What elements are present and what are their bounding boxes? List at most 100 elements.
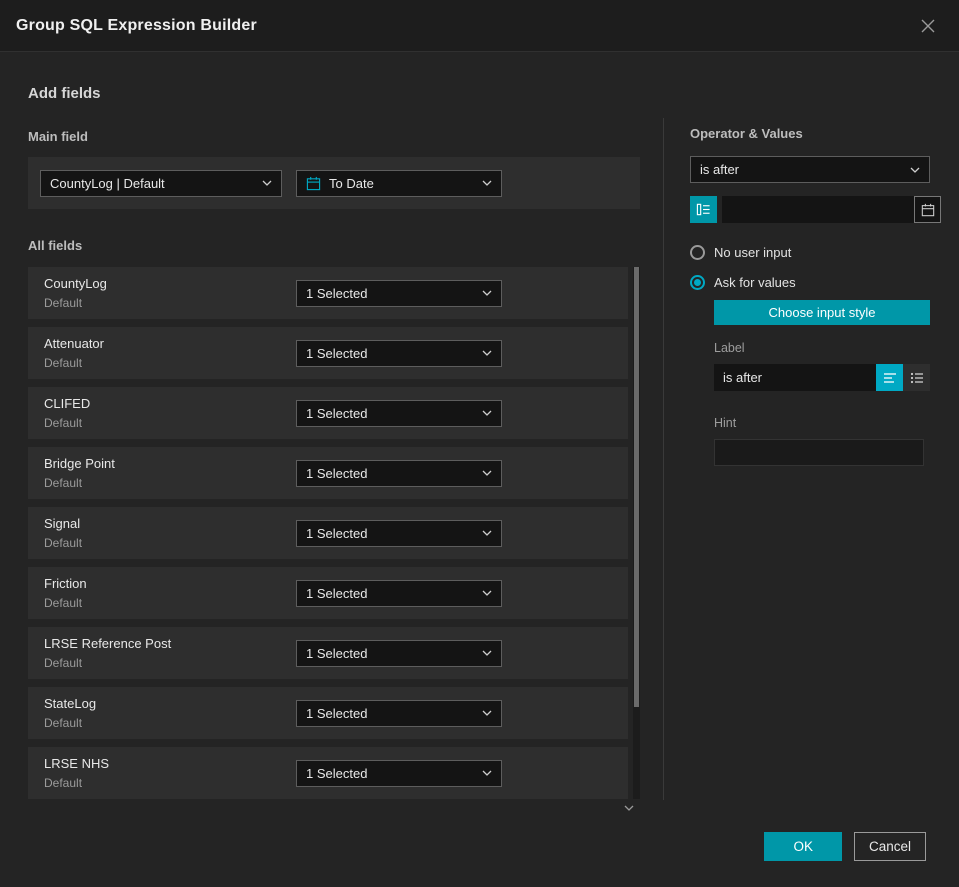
operator-values-panel: Operator & Values is after No user input… [690, 52, 941, 807]
date-picker-button[interactable] [914, 196, 941, 223]
chevron-down-icon [482, 290, 492, 296]
field-info: Attenuator Default [44, 336, 296, 370]
field-selection-value: 1 Selected [306, 405, 368, 421]
field-selection-value: 1 Selected [306, 465, 368, 481]
add-fields-panel: Add fields Main field CountyLog | Defaul… [28, 52, 640, 811]
field-row: Bridge Point Default 1 Selected [28, 447, 628, 499]
operator-select[interactable]: is after [690, 156, 930, 183]
field-selection-dropdown[interactable]: 1 Selected [296, 639, 502, 667]
field-info: LRSE NHS Default [44, 756, 296, 790]
scroll-down-icon[interactable] [624, 805, 634, 812]
radio-no-user-input[interactable]: No user input [690, 245, 930, 260]
label-caption: Label [714, 341, 745, 355]
label-input-row [714, 364, 930, 391]
hint-caption: Hint [714, 416, 737, 430]
field-info: Signal Default [44, 516, 296, 550]
close-button[interactable] [913, 11, 943, 41]
field-info: CountyLog Default [44, 276, 296, 310]
field-subtitle: Default [44, 416, 83, 430]
field-selection-value: 1 Selected [306, 585, 368, 601]
field-row: Signal Default 1 Selected [28, 507, 628, 559]
field-selection-value: 1 Selected [306, 705, 368, 721]
field-list-icon [696, 202, 711, 217]
vertical-scrollbar[interactable] [633, 267, 640, 799]
radio-ask-for-values[interactable]: Ask for values [690, 275, 930, 290]
dialog-body: Add fields Main field CountyLog | Defaul… [0, 52, 959, 811]
chevron-down-icon [910, 167, 920, 173]
field-info: CLIFED Default [44, 396, 296, 430]
field-selection-value: 1 Selected [306, 645, 368, 661]
field-subtitle: Default [44, 356, 83, 370]
main-field-panel: CountyLog | Default To Date [28, 157, 640, 209]
operator-values-title: Operator & Values [690, 126, 803, 141]
field-name: Signal [44, 516, 81, 531]
chevron-down-icon [482, 410, 492, 416]
bullet-list-icon [910, 372, 924, 384]
field-selection-dropdown[interactable]: 1 Selected [296, 519, 502, 547]
dialog-footer: OK Cancel [764, 832, 926, 861]
date-field-select-value: To Date [329, 175, 374, 191]
all-fields-label: All fields [28, 238, 83, 253]
choose-input-style-button[interactable]: Choose input style [714, 300, 930, 325]
chevron-down-icon [482, 350, 492, 356]
field-subtitle: Default [44, 776, 83, 790]
cancel-button[interactable]: Cancel [853, 832, 926, 861]
field-selection-value: 1 Selected [306, 765, 368, 781]
field-subtitle: Default [44, 596, 83, 610]
field-name: Bridge Point [44, 456, 115, 471]
field-selection-dropdown[interactable]: 1 Selected [296, 279, 502, 307]
field-subtitle: Default [44, 536, 83, 550]
radio-circle-checked-icon [690, 275, 705, 290]
main-field-select-value: CountyLog | Default [50, 175, 165, 191]
list-style-button[interactable] [903, 364, 930, 391]
scrollbar-thumb[interactable] [634, 267, 639, 707]
chevron-down-icon [482, 770, 492, 776]
chevron-down-icon [482, 650, 492, 656]
chevron-down-icon [262, 180, 272, 186]
field-subtitle: Default [44, 716, 83, 730]
date-value-input[interactable] [722, 196, 914, 223]
hint-input[interactable] [714, 439, 924, 466]
close-icon [920, 18, 936, 34]
field-row: LRSE NHS Default 1 Selected [28, 747, 628, 799]
group-sql-expression-builder-dialog: Group SQL Expression Builder Add fields … [0, 0, 959, 887]
field-info: LRSE Reference Post Default [44, 636, 296, 670]
field-selection-dropdown[interactable]: 1 Selected [296, 399, 502, 427]
operator-select-value: is after [700, 162, 740, 177]
label-input[interactable] [714, 364, 876, 391]
add-fields-title: Add fields [28, 85, 101, 102]
dialog-title: Group SQL Expression Builder [16, 16, 257, 34]
date-field-select[interactable]: To Date [296, 169, 502, 197]
field-selection-value: 1 Selected [306, 285, 368, 301]
field-subtitle: Default [44, 476, 83, 490]
single-line-style-button[interactable] [876, 364, 903, 391]
field-info: StateLog Default [44, 696, 296, 730]
field-selection-dropdown[interactable]: 1 Selected [296, 339, 502, 367]
field-row: CLIFED Default 1 Selected [28, 387, 628, 439]
chevron-down-icon [482, 590, 492, 596]
all-fields-list: CountyLog Default 1 Selected Attenuator … [28, 267, 640, 811]
field-selection-dropdown[interactable]: 1 Selected [296, 579, 502, 607]
radio-label: No user input [714, 245, 792, 260]
field-row: LRSE Reference Post Default 1 Selected [28, 627, 628, 679]
field-name: LRSE NHS [44, 756, 110, 771]
dialog-header: Group SQL Expression Builder [0, 0, 959, 52]
field-mode-toggle-button[interactable] [690, 196, 717, 223]
chevron-down-icon [482, 470, 492, 476]
field-selection-value: 1 Selected [306, 345, 368, 361]
field-name: CountyLog [44, 276, 107, 291]
main-field-select[interactable]: CountyLog | Default [40, 169, 282, 197]
field-name: Friction [44, 576, 87, 591]
column-divider [663, 118, 664, 800]
field-selection-dropdown[interactable]: 1 Selected [296, 699, 502, 727]
date-value-field [722, 196, 941, 223]
field-info: Bridge Point Default [44, 456, 296, 490]
field-selection-dropdown[interactable]: 1 Selected [296, 459, 502, 487]
value-input-row [690, 196, 941, 223]
field-info: Friction Default [44, 576, 296, 610]
calendar-icon [921, 203, 935, 217]
field-selection-dropdown[interactable]: 1 Selected [296, 759, 502, 787]
calendar-icon [306, 176, 321, 191]
ok-button[interactable]: OK [764, 832, 842, 861]
field-name: CLIFED [44, 396, 91, 411]
